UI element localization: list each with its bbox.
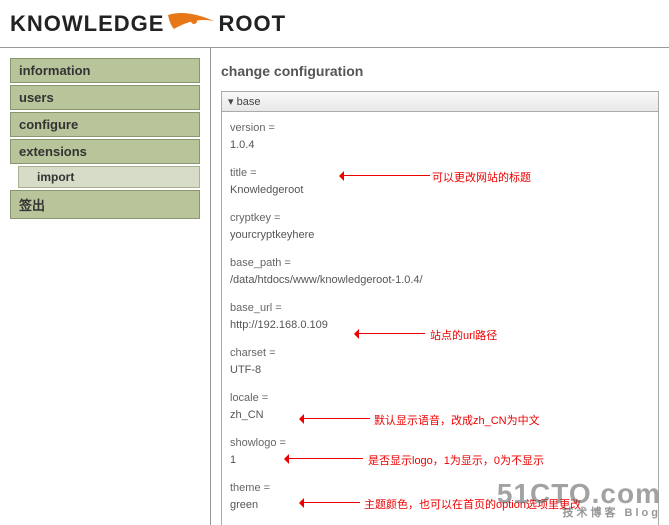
logo-text-1: KNOWLEDGE bbox=[10, 11, 164, 37]
logo-swoosh-icon bbox=[166, 7, 216, 41]
watermark-main: 51CTO.com bbox=[497, 480, 661, 508]
config-cryptkey: cryptkey =yourcryptkeyhere bbox=[230, 210, 650, 243]
logo-text-2: ROOT bbox=[218, 11, 286, 37]
content: change configuration ▾ base version =1.0… bbox=[210, 48, 669, 525]
panel-header-base[interactable]: ▾ base bbox=[221, 91, 659, 112]
header: KNOWLEDGE ROOT bbox=[0, 0, 669, 48]
config-showlogo: showlogo =1 bbox=[230, 435, 650, 468]
nav-information[interactable]: information bbox=[10, 58, 200, 83]
config-version: version =1.0.4 bbox=[230, 120, 650, 153]
collapse-icon: ▾ bbox=[228, 96, 237, 108]
nav-sub-import[interactable]: import bbox=[18, 166, 200, 188]
config-baseurl: base_url =http://192.168.0.109 bbox=[230, 300, 650, 333]
config-title: title =Knowledgeroot bbox=[230, 165, 650, 198]
config-basepath: base_path =/data/htdocs/www/knowledgeroo… bbox=[230, 255, 650, 288]
logo: KNOWLEDGE ROOT bbox=[10, 7, 286, 41]
main: information users configure extensions i… bbox=[0, 48, 669, 525]
nav-extensions[interactable]: extensions bbox=[10, 139, 200, 164]
sidebar: information users configure extensions i… bbox=[0, 48, 210, 525]
page-title: change configuration bbox=[221, 63, 659, 79]
panel-name: base bbox=[237, 96, 261, 108]
config-locale: locale =zh_CN bbox=[230, 390, 650, 423]
config-charset: charset =UTF-8 bbox=[230, 345, 650, 378]
nav-signout[interactable]: 签出 bbox=[10, 190, 200, 219]
nav-users[interactable]: users bbox=[10, 85, 200, 110]
panel-body: version =1.0.4 title =Knowledgeroot cryp… bbox=[221, 112, 659, 525]
watermark-sub: 技术博客 Blog bbox=[497, 508, 661, 519]
nav-configure[interactable]: configure bbox=[10, 112, 200, 137]
watermark: 51CTO.com 技术博客 Blog bbox=[497, 480, 661, 519]
